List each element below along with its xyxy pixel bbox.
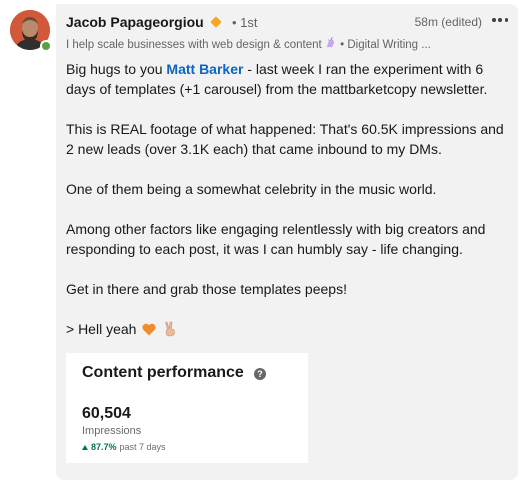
impressions-trend: 87.7% past 7 days [82,442,166,452]
unicorn-icon [325,37,337,51]
hell-yeah-text: > Hell yeah [66,321,137,337]
message-bubble: Jacob Papageorgiou • 1st 58m (edited) I … [56,4,518,480]
message-paragraph-5: Get in there and grab those templates pe… [66,281,347,297]
premium-badge-icon [210,16,222,28]
peace-hand-icon [163,321,177,342]
impressions-label: Impressions [82,425,142,437]
connection-degree: • 1st [232,15,258,30]
trend-period: past 7 days [119,442,166,452]
trend-percent: 87.7% [91,442,117,452]
headline-suffix: • Digital Writing ... [340,39,431,51]
online-status-indicator [40,40,52,52]
author-headline: I help scale businesses with web design … [66,37,466,51]
help-icon[interactable]: ? [254,368,266,380]
message-paragraph-4: Among other factors like engaging relent… [66,221,486,257]
headline-prefix: I help scale businesses with web design … [66,39,322,51]
message-header: Jacob Papageorgiou • 1st 58m (edited) I … [66,13,510,53]
mention-link[interactable]: Matt Barker [166,61,243,77]
author-avatar-container[interactable] [10,10,52,52]
trend-up-arrow-icon [82,444,88,450]
orange-heart-icon [142,321,156,341]
message-paragraph-3: One of them being a somewhat celebrity i… [66,181,437,197]
content-performance-title: Content performance [82,364,244,381]
more-options-icon[interactable] [490,13,510,27]
author-name[interactable]: Jacob Papageorgiou [66,14,204,30]
impressions-value: 60,504 [82,405,131,422]
message-paragraph-6: > Hell yeah [66,319,506,342]
message-body: Big hugs to you Matt Barker - last week … [66,59,506,362]
message-paragraph-1: Big hugs to you Matt Barker - last week … [66,59,506,99]
greeting-prefix: Big hugs to you [66,61,167,77]
message-paragraph-2: This is REAL footage of what happened: T… [66,121,504,157]
content-performance-card[interactable]: Content performance ? 60,504 Impressions… [66,353,308,463]
message-timestamp: 58m (edited) [414,15,482,29]
